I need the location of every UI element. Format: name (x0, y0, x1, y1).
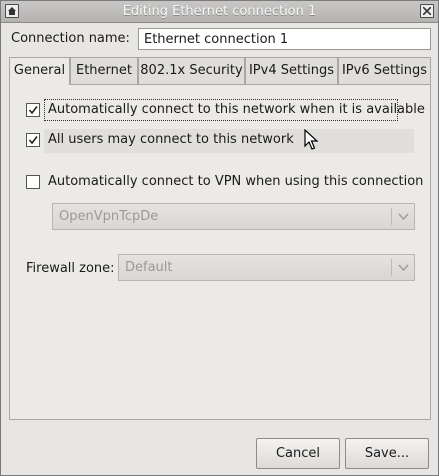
tab-ipv4-settings[interactable]: IPv4 Settings (245, 57, 338, 84)
tab-general[interactable]: General (9, 57, 70, 85)
auto-connect-checkbox[interactable] (26, 103, 40, 117)
chevron-down-icon (398, 264, 409, 271)
mouse-pointer-icon (304, 129, 319, 150)
auto-vpn-label: Automatically connect to VPN when using … (48, 174, 424, 189)
vpn-connection-value: OpenVpnTcpDe (59, 209, 159, 224)
auto-connect-label: Automatically connect to this network wh… (48, 102, 425, 117)
firewall-zone-label: Firewall zone: (26, 261, 115, 276)
title-bar[interactable]: Editing Ethernet connection 1 (1, 1, 438, 23)
save-button[interactable]: Save... (345, 438, 429, 469)
general-tab-panel: Automatically connect to this network wh… (9, 84, 431, 420)
chevron-down-icon (398, 213, 409, 220)
auto-connect-option[interactable]: Automatically connect to this network wh… (26, 99, 425, 122)
window-title: Editing Ethernet connection 1 (122, 4, 317, 19)
firewall-zone-select[interactable]: Default (118, 254, 415, 281)
auto-vpn-checkbox[interactable] (26, 175, 40, 189)
connection-name-input[interactable] (138, 28, 431, 50)
vpn-connection-select[interactable]: OpenVpnTcpDe (52, 203, 415, 230)
firewall-zone-value: Default (125, 260, 173, 275)
tab-ethernet[interactable]: Ethernet (70, 57, 138, 84)
connection-editor-window: Editing Ethernet connection 1 Connection… (0, 0, 439, 476)
close-icon[interactable] (420, 4, 434, 18)
combo-separator (391, 208, 392, 225)
connection-name-label: Connection name: (11, 31, 130, 46)
cancel-button[interactable]: Cancel (256, 438, 340, 469)
all-users-label: All users may connect to this network (48, 132, 294, 147)
auto-vpn-option[interactable]: Automatically connect to VPN when using … (26, 172, 423, 194)
all-users-option[interactable]: All users may connect to this network (26, 129, 416, 153)
tab-8021x-security[interactable]: 802.1x Security (138, 57, 245, 84)
tab-bar: General Ethernet 802.1x Security IPv4 Se… (9, 57, 431, 85)
combo-separator (391, 259, 392, 276)
all-users-checkbox[interactable] (26, 133, 40, 147)
tab-ipv6-settings[interactable]: IPv6 Settings (338, 57, 431, 84)
connection-name-row: Connection name: (9, 28, 431, 50)
